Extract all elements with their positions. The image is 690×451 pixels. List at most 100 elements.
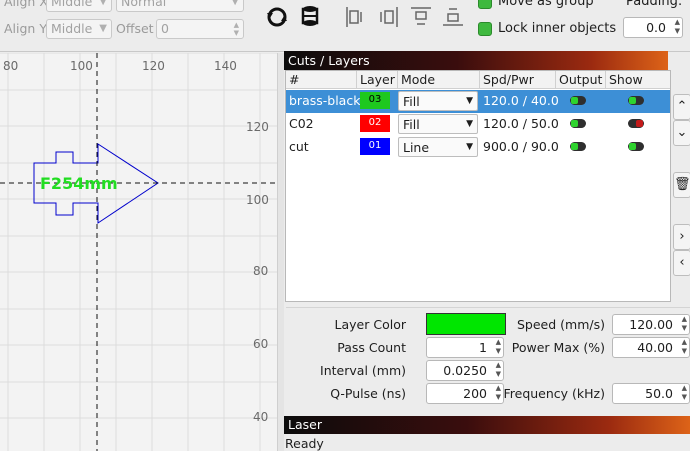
frequency-value: 50.0 [645,386,673,401]
layer-name: cut [289,139,309,154]
delete-layer-button[interactable]: 🗑 [673,172,690,198]
offset-input[interactable]: 0 ▲ ▼ [156,19,244,39]
toggle-knob [571,97,578,104]
speed-power-value: 900.0 / 90.0 [483,139,559,154]
column-header[interactable]: Mode [398,71,480,89]
mode-select[interactable]: Fill ▼ [398,114,478,134]
lock-inner-checkbox[interactable] [478,22,492,36]
spin-arrows-icon: ▲ ▼ [674,18,680,35]
align-top-icon[interactable] [408,4,434,30]
layer-properties: Layer Color Pass Count 1 ▲ ▼ Interval (mm)… [286,307,690,414]
interval-label: Interval (mm) [320,363,406,378]
power-max-input[interactable]: 40.00 ▲ ▼ [612,337,690,358]
down-icon: ⌄ [676,125,688,140]
x-tick-label: 100 [70,59,93,73]
toolbar: Align X Middle ▼ Normal ▼ Align Y Middle ▼ … [0,0,690,52]
y-tick-label: 40 [253,410,268,424]
mode-value: Fill [403,94,420,109]
layer-color-swatch: 03 [360,92,390,109]
mode-select[interactable]: Fill ▼ [398,91,478,111]
laser-panel-header: Laser [284,416,690,434]
toggle-knob [571,143,578,150]
frequency-input[interactable]: 50.0 ▲ ▼ [612,383,690,404]
align-x-value: Middle [51,0,93,9]
up-icon: ⌃ [676,99,688,114]
show-toggle[interactable] [628,119,644,128]
speed-power-value: 120.0 / 40.0 [483,93,559,108]
spin-arrows-icon: ▲ ▼ [681,384,687,401]
align-right-icon[interactable] [376,4,402,30]
show-toggle[interactable] [628,142,644,151]
laser-title: Laser [288,417,322,432]
chevron-down-icon: ▼ [99,23,107,34]
align-y-select[interactable]: Middle ▼ [46,19,112,39]
chevron-left-icon: ‹ [679,255,685,270]
layer-number: 01 [368,140,382,151]
speed-input[interactable]: 120.00 ▲ ▼ [612,314,690,335]
align-x-select[interactable]: Middle ▼ [46,0,112,12]
toggle-knob [629,143,636,150]
align-bottom-icon[interactable] [440,4,466,30]
panel-splitter[interactable] [277,53,284,451]
collapse-left-button[interactable]: ‹ [673,250,690,276]
layer-color-button[interactable] [426,313,506,335]
show-toggle[interactable] [628,96,644,105]
mode-value: Line [403,140,430,155]
move-layer-down-button[interactable]: ⌄ [673,120,690,146]
chevron-down-icon: ▼ [231,0,239,7]
cuts-layers-table[interactable]: # Layer Mode Spd/Pwr Output Show brass-b… [285,70,671,302]
y-tick-label: 100 [246,193,269,207]
output-toggle[interactable] [570,142,586,151]
y-tick-label: 80 [253,264,268,278]
canvas-svg[interactable]: 80 100 120 140 120 100 80 60 40 F254mm [0,53,277,451]
power-max-label: Power Max (%) [511,340,605,355]
frequency-label: Frequency (kHz) [503,386,605,401]
move-layer-up-button[interactable]: ⌃ [673,94,690,120]
toggle-knob [629,97,636,104]
speed-value: 120.00 [629,317,673,332]
swap-direction-icon[interactable] [264,4,290,30]
padding-input[interactable]: 0.0 ▲ ▼ [623,17,683,38]
column-header[interactable]: Show [606,71,670,89]
speed-label: Speed (mm/s) [517,317,605,332]
column-header[interactable]: Output [556,71,606,89]
qpulse-input[interactable]: 200 ▲ ▼ [426,383,504,404]
spin-arrows-icon: ▲ ▼ [233,21,239,37]
laser-status-text: Ready [285,436,324,451]
database-icon[interactable] [297,3,323,29]
spin-arrows-icon: ▲ ▼ [495,338,501,355]
column-header[interactable]: Layer [357,71,398,89]
x-tick-label: 140 [214,59,237,73]
align-y-label: Align Y [4,21,47,36]
table-row[interactable]: C02 02 Fill ▼ 120.0 / 50.0 [286,113,670,136]
layer-color-swatch: 02 [360,115,390,132]
layer-number: 02 [368,117,382,128]
spin-arrows-icon: ▲ ▼ [495,361,501,378]
column-header[interactable]: # [286,71,357,89]
toggle-knob [636,120,643,127]
align-x-label: Align X [4,0,48,9]
cuts-layers-title: Cuts / Layers [288,53,370,68]
expand-right-button[interactable]: › [673,224,690,250]
align-y-value: Middle [51,21,93,36]
spin-arrows-icon: ▲ ▼ [681,338,687,355]
shape-text-label[interactable]: F254mm [40,174,118,193]
interval-input[interactable]: 0.0250 ▲ ▼ [426,360,504,381]
design-canvas[interactable]: 80 100 120 140 120 100 80 60 40 F254mm [0,53,277,451]
output-toggle[interactable] [570,119,586,128]
padding-value: 0.0 [646,20,666,35]
table-row[interactable]: brass-black 03 Fill ▼ 120.0 / 40.0 [286,90,670,113]
pass-count-input[interactable]: 1 ▲ ▼ [426,337,504,358]
offset-value: 0 [161,21,169,36]
offset-label: Offset [116,21,154,36]
align-left-icon[interactable] [343,4,369,30]
align-x-mode-value: Normal [121,0,167,9]
interval-value: 0.0250 [443,363,487,378]
move-as-group-checkbox[interactable] [478,0,492,9]
column-header[interactable]: Spd/Pwr [480,71,556,89]
mode-select[interactable]: Line ▼ [398,137,478,157]
align-x-mode-select[interactable]: Normal ▼ [116,0,244,12]
table-row[interactable]: cut 01 Line ▼ 900.0 / 90.0 [286,136,670,159]
spin-arrows-icon: ▲ ▼ [681,315,687,332]
output-toggle[interactable] [570,96,586,105]
